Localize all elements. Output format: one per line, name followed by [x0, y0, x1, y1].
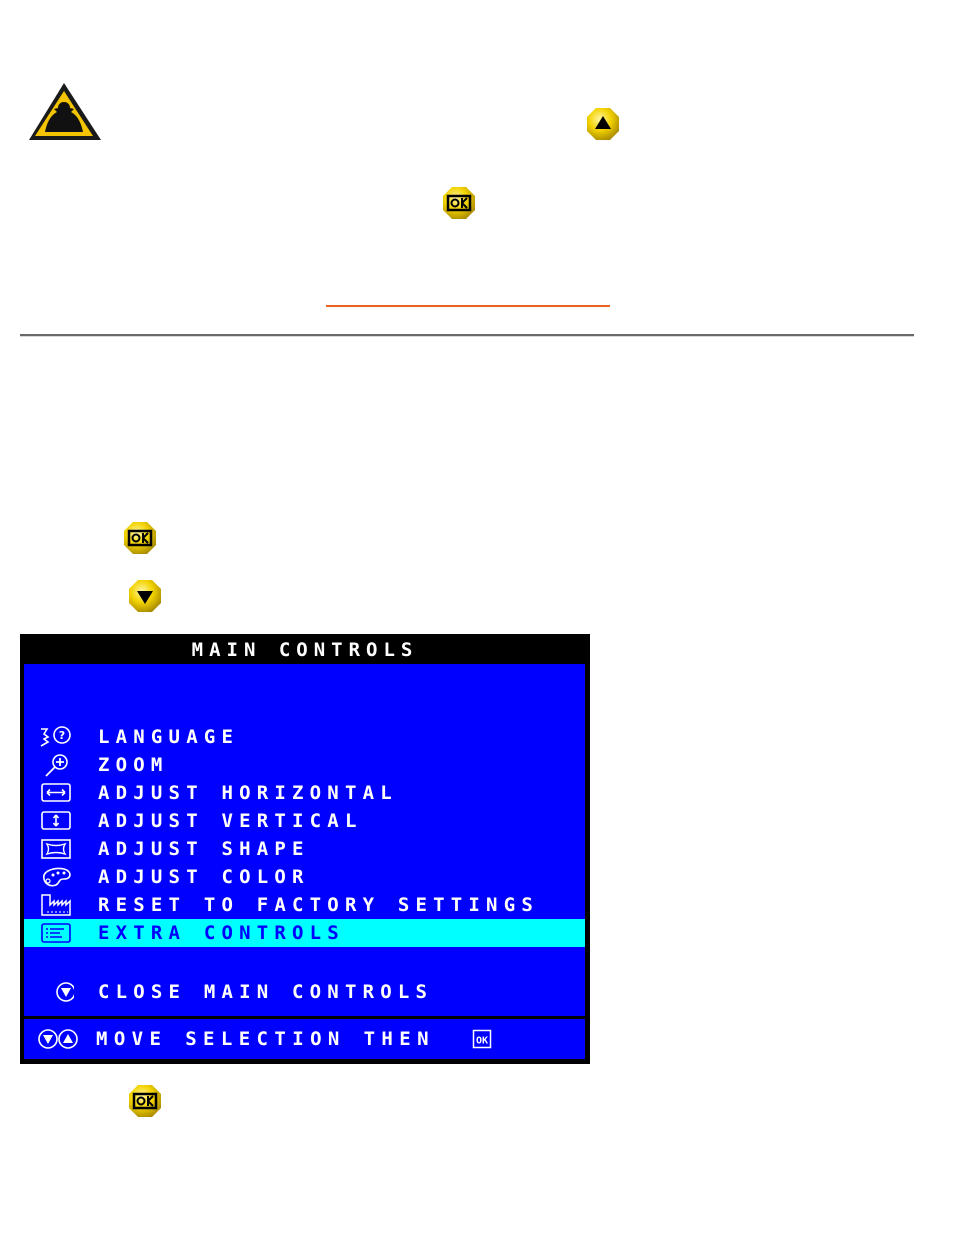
extra-controls-icon [41, 923, 71, 943]
down-arrow-circle-icon [56, 982, 74, 1002]
osd-item-label: ADJUST VERTICAL [98, 810, 363, 832]
osd-item-language[interactable]: ? LANGUAGE [24, 723, 585, 751]
osd-footer: MOVE SELECTION THEN OK [24, 1019, 585, 1059]
osd-item-reset-factory[interactable]: RESET TO FACTORY SETTINGS [24, 891, 585, 919]
factory-icon [41, 894, 71, 916]
ok-button-icon [129, 1085, 161, 1117]
up-arrow-button-icon [587, 108, 619, 140]
color-palette-icon [43, 867, 71, 887]
warning-triangle-icon [29, 83, 101, 140]
osd-close-label: CLOSE MAIN CONTROLS [98, 981, 434, 1003]
osd-close-main-controls[interactable]: CLOSE MAIN CONTROLS [24, 978, 585, 1006]
osd-item-adjust-horizontal[interactable]: ADJUST HORIZONTAL [24, 779, 585, 807]
osd-main-controls-menu: MAIN CONTROLS ? LANGUAGE ZOOM ADJUST HOR… [20, 634, 590, 1064]
ok-box-icon: OK [472, 1029, 492, 1049]
ok-box-label: OK [476, 1036, 488, 1047]
osd-item-label: ADJUST SHAPE [98, 838, 310, 860]
osd-item-label: ZOOM [98, 754, 169, 776]
osd-menu-body: ? LANGUAGE ZOOM ADJUST HORIZONTAL ADJUST [24, 664, 585, 1016]
ok-button-icon [443, 187, 475, 219]
osd-item-label: ADJUST HORIZONTAL [98, 782, 398, 804]
svg-text:?: ? [59, 729, 65, 742]
osd-item-label: EXTRA CONTROLS [98, 922, 345, 944]
horizontal-divider [20, 334, 914, 337]
osd-item-extra-controls[interactable]: EXTRA CONTROLS [24, 919, 585, 947]
shape-icon [41, 839, 71, 859]
down-arrow-button-icon [129, 580, 161, 612]
hyperlink-underline[interactable] [326, 305, 610, 307]
language-icon: ? [40, 726, 71, 747]
osd-item-adjust-vertical[interactable]: ADJUST VERTICAL [24, 807, 585, 835]
osd-item-zoom[interactable]: ZOOM [24, 751, 585, 779]
osd-item-label: ADJUST COLOR [98, 866, 310, 888]
zoom-icon [45, 754, 68, 777]
horizontal-adjust-icon [41, 783, 71, 802]
ok-button-icon [124, 522, 156, 554]
osd-item-adjust-color[interactable]: ADJUST COLOR [24, 863, 585, 891]
osd-footer-text: MOVE SELECTION THEN [96, 1028, 435, 1050]
osd-item-adjust-shape[interactable]: ADJUST SHAPE [24, 835, 585, 863]
osd-item-label: LANGUAGE [98, 726, 240, 748]
osd-title: MAIN CONTROLS [191, 639, 419, 661]
vertical-adjust-icon [41, 811, 71, 830]
down-up-arrows-icon [38, 1029, 78, 1049]
osd-item-label: RESET TO FACTORY SETTINGS [98, 894, 539, 916]
